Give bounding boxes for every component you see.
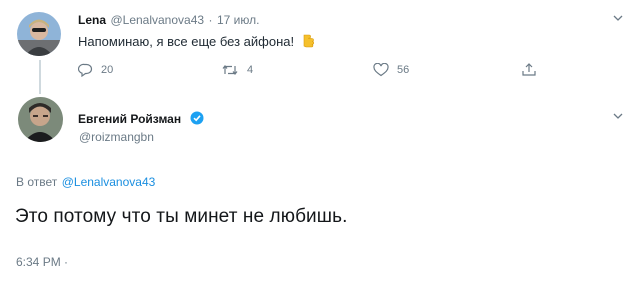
avatar[interactable] bbox=[18, 97, 63, 142]
tweet-time[interactable]: 6:34 PM · bbox=[16, 255, 68, 269]
reply-prefix: В ответ bbox=[16, 175, 58, 189]
tweet-text: Это потому что ты минет не любишь. bbox=[15, 206, 348, 227]
thread-connector bbox=[39, 60, 41, 94]
retweet-count: 4 bbox=[247, 64, 254, 76]
tweet-date[interactable]: 17 июл. bbox=[217, 13, 259, 27]
dot-separator: · bbox=[208, 13, 213, 27]
reply-count: 20 bbox=[101, 64, 114, 76]
like-count: 56 bbox=[397, 64, 410, 76]
reply-icon bbox=[78, 63, 93, 77]
author-name[interactable]: Евгений Ройзман bbox=[78, 112, 181, 126]
retweet-icon bbox=[221, 63, 239, 77]
share-icon bbox=[521, 63, 537, 81]
author-handle[interactable]: @Lenalvanova43 bbox=[110, 13, 204, 27]
retweet-button[interactable]: 4 bbox=[221, 63, 253, 77]
chevron-down-icon[interactable] bbox=[613, 13, 623, 23]
heart-icon bbox=[373, 63, 389, 77]
share-button[interactable] bbox=[521, 62, 537, 82]
reply-button[interactable]: 20 bbox=[78, 63, 113, 77]
author-handle[interactable]: @roizmangbn bbox=[79, 130, 154, 144]
author-name[interactable]: Lena bbox=[78, 13, 106, 27]
reply-to-link[interactable]: @Lenalvanova43 bbox=[62, 175, 156, 189]
chevron-down-icon[interactable] bbox=[613, 111, 623, 121]
tweet-text: Напоминаю, я все еще без айфона! bbox=[78, 34, 295, 49]
avatar[interactable] bbox=[17, 12, 61, 56]
verified-badge-icon bbox=[190, 111, 204, 130]
hand-pointing-icon bbox=[302, 34, 314, 53]
like-button[interactable]: 56 bbox=[373, 63, 409, 77]
